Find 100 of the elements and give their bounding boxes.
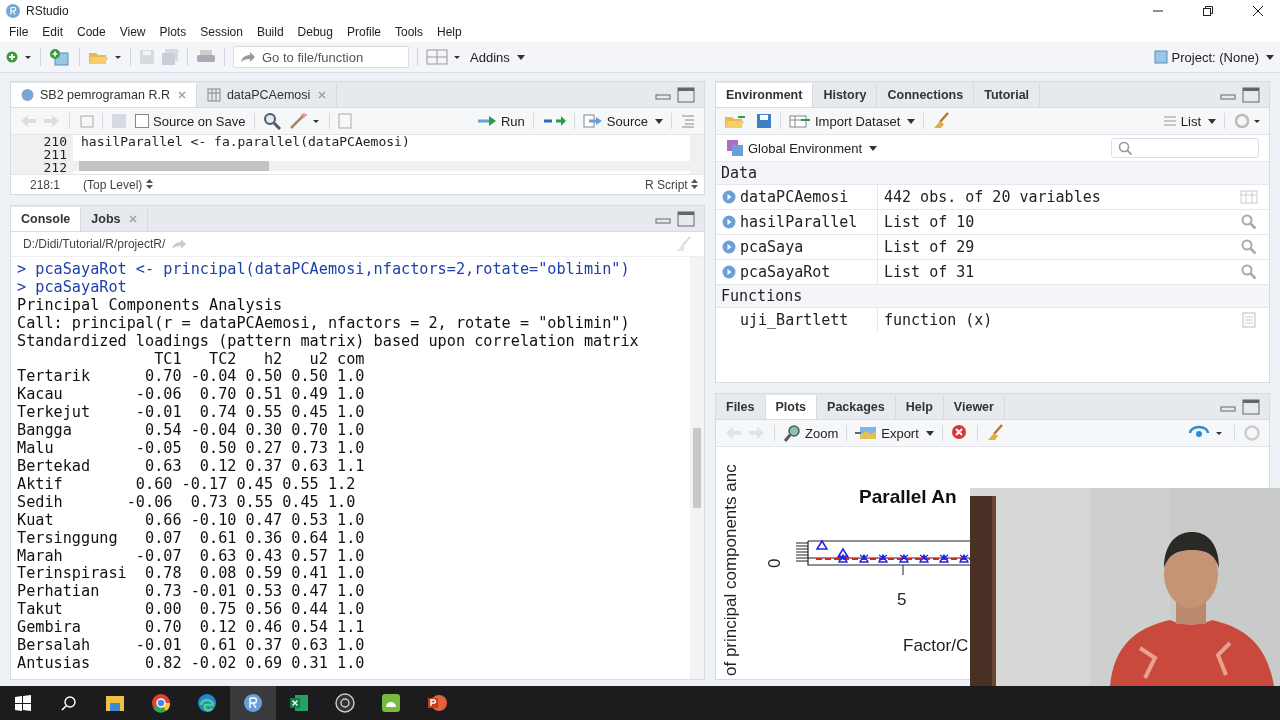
menu-item[interactable]: Code [70, 25, 113, 39]
save-icon [111, 113, 127, 129]
close-icon[interactable] [1252, 5, 1264, 17]
back-forward-icon [724, 426, 766, 440]
environment-tab[interactable]: Connections [877, 83, 975, 107]
menu-item[interactable]: File [2, 25, 36, 39]
table-icon [206, 88, 221, 102]
environment-scope-menu[interactable]: Global Environment [726, 139, 878, 157]
back-forward-icon [19, 114, 61, 128]
plot-title: Parallel An [859, 486, 957, 507]
y-tick-label: 0 [765, 558, 784, 568]
source-button[interactable]: Source [582, 113, 663, 129]
console-output: Kacau -0.06 0.70 0.51 0.49 1.0 [17, 386, 366, 405]
expand-icon[interactable] [722, 265, 736, 279]
console-output: Takut 0.00 0.75 0.56 0.44 1.0 [17, 601, 366, 620]
plots-tab[interactable]: Packages [817, 395, 896, 419]
pane-controls-icon[interactable] [652, 211, 698, 227]
print-icon[interactable] [196, 49, 216, 65]
refresh-icon[interactable] [1233, 112, 1261, 130]
run-arrow-icon [476, 115, 497, 127]
broom-icon[interactable] [985, 424, 1004, 442]
menu-item[interactable]: Edit [35, 25, 71, 39]
file-type-menu[interactable]: R Script [645, 177, 698, 192]
arrow-icon[interactable] [171, 238, 188, 250]
restore-icon[interactable] [1202, 5, 1214, 17]
console-output: Kuat 0.66 -0.10 0.47 0.53 1.0 [17, 511, 366, 530]
console-output: Call: principal(r = dataPCAemosi, nfactors = 2, rotate = "oblimin") [17, 314, 631, 333]
console-tab[interactable]: Jobs [81, 207, 148, 231]
line-number: 210 [42, 135, 67, 148]
plots-tab[interactable]: Help [895, 395, 944, 419]
arrow-icon [240, 51, 256, 63]
menu-item[interactable]: Debug [290, 25, 340, 39]
remove-plot-icon[interactable] [950, 424, 969, 442]
outline-icon[interactable] [680, 114, 696, 128]
console-output: Aktif 0.60 -0.17 0.45 0.55 1.2 [17, 475, 357, 494]
save-icon [139, 49, 155, 65]
import-dataset-button[interactable]: Import Dataset [789, 113, 916, 129]
menu-item[interactable]: Session [193, 25, 250, 39]
caret-icon [655, 118, 663, 124]
console-command: > pcaSayaRot <- principal(dataPCAemosi,nfactors=2,rotate="oblimin") [17, 261, 631, 279]
caret-icon [516, 54, 525, 60]
save-all-icon [161, 49, 179, 65]
caret-icon [1266, 54, 1274, 60]
plots-tab[interactable]: Files [716, 395, 766, 419]
menu-item[interactable]: Profile [339, 25, 388, 39]
menu-item[interactable]: Tools [388, 25, 430, 39]
zoom-button[interactable]: Zoom [783, 424, 839, 442]
environment-tab[interactable]: History [813, 83, 878, 107]
menu-item[interactable]: Plots [152, 25, 194, 39]
variable-value: List of 10 [884, 213, 975, 231]
plots-tab[interactable]: Plots [765, 395, 818, 419]
console-output: Tersinggung 0.07 0.61 0.36 0.64 1.0 [17, 529, 366, 548]
console-output: Bertekad 0.63 0.12 0.37 0.63 1.1 [17, 457, 366, 476]
pane-controls-icon[interactable] [652, 87, 698, 103]
menu-item[interactable]: Help [430, 25, 469, 39]
plots-tab[interactable]: Viewer [943, 395, 1005, 419]
save-icon[interactable] [756, 113, 772, 129]
view-mode-menu[interactable]: List [1162, 113, 1216, 129]
editor-tab[interactable]: dataPCAemosi [196, 83, 338, 107]
console-tab[interactable]: Console [11, 207, 82, 231]
magic-wand-icon[interactable] [288, 112, 321, 130]
new-file-icon[interactable] [6, 49, 32, 65]
broom-icon[interactable] [932, 112, 951, 130]
scrollbar[interactable] [690, 257, 704, 679]
variable-name: pcaSayaRot [740, 263, 831, 281]
search-icon[interactable] [262, 112, 281, 130]
rerun-icon[interactable] [541, 114, 566, 128]
pane-controls-icon[interactable] [1217, 87, 1263, 103]
export-menu[interactable]: Export [855, 425, 934, 441]
menu-item[interactable]: Build [249, 25, 291, 39]
expand-icon[interactable] [722, 240, 736, 254]
console-output: TC1 TC2 h2 u2 com [153, 350, 366, 369]
scrollbar[interactable] [690, 135, 704, 174]
console-output: Malu -0.05 0.50 0.27 0.73 1.0 [17, 440, 366, 458]
new-project-icon[interactable] [49, 48, 71, 66]
environment-tab[interactable]: Tutorial [974, 83, 1041, 107]
x-tick-label: 5 [897, 590, 907, 609]
addins-menu[interactable]: Addins [470, 49, 525, 65]
run-button[interactable]: Run [476, 113, 525, 129]
environment-tab[interactable]: Environment [716, 83, 814, 107]
project-menu[interactable]: Project: (None) [1153, 49, 1274, 65]
sort-arrows-icon [145, 178, 153, 189]
console-output: Perhatian 0.73 -0.01 0.53 0.47 1.0 [17, 583, 366, 602]
r-file-icon [21, 88, 34, 102]
console-output: Sedih -0.06 0.73 0.55 0.45 1.0 [17, 493, 357, 512]
menu-item[interactable]: View [112, 25, 153, 39]
pane-controls-icon[interactable] [1217, 399, 1263, 415]
expand-icon[interactable] [722, 190, 736, 204]
variable-name: pcaSaya [740, 238, 804, 256]
go-to-file-field[interactable]: Go to file/function [233, 46, 409, 68]
source-on-save-checkbox[interactable]: Source on Save [135, 113, 246, 129]
variable-value: 442 obs. of 20 variables [884, 188, 1101, 206]
r-app-icon[interactable] [230, 686, 276, 720]
search-field[interactable] [1111, 138, 1259, 158]
editor-tab[interactable]: SB2 pemrograman R.R [11, 83, 197, 107]
scope-menu[interactable]: (Top Level) [83, 177, 153, 192]
console-output: Gembira 0.70 0.12 0.46 0.54 1.1 [17, 619, 366, 638]
list-icon [1162, 115, 1177, 127]
expand-icon[interactable] [722, 215, 736, 229]
project-icon [1153, 50, 1168, 64]
